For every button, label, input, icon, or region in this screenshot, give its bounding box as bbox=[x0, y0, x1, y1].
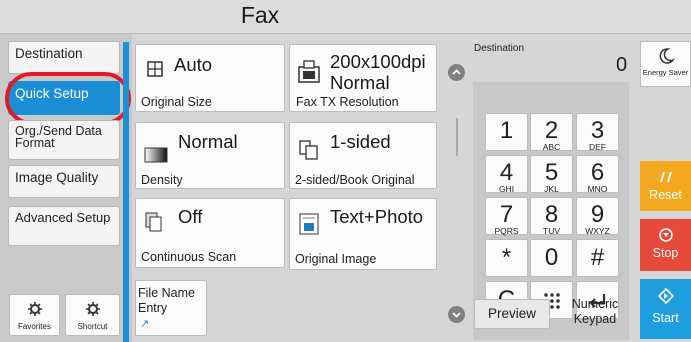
key-7[interactable]: 7 PQRS bbox=[485, 197, 528, 236]
original-image-label: Original Image bbox=[295, 252, 377, 266]
key-5-num: 5 bbox=[544, 159, 559, 186]
energy-saver-label: Energy Saver bbox=[642, 68, 689, 77]
key-6-num: 6 bbox=[590, 159, 605, 186]
stop-label: Stop bbox=[652, 246, 679, 260]
duplex-value: 1-sided bbox=[330, 131, 391, 152]
key-2-sub: ABC bbox=[542, 142, 561, 152]
favorites-button[interactable]: Favorites bbox=[9, 294, 60, 336]
key-1-num: 1 bbox=[499, 117, 514, 144]
key-star[interactable]: * bbox=[485, 239, 528, 277]
file-name-entry-label: File Name Entry bbox=[138, 286, 195, 315]
scroll-down-button[interactable] bbox=[448, 306, 465, 323]
key-5-sub: JKL bbox=[544, 184, 559, 194]
density-value: Normal bbox=[178, 131, 238, 152]
original-image-tile[interactable]: Text+Photo Original Image bbox=[289, 198, 437, 270]
key-8-num: 8 bbox=[544, 201, 559, 228]
file-name-entry-tile[interactable]: File Name Entry ↗ bbox=[135, 280, 207, 336]
reset-label: Reset bbox=[649, 188, 682, 202]
key-1[interactable]: 1 bbox=[485, 113, 528, 151]
key-0[interactable]: 0 bbox=[530, 239, 573, 277]
key-7-num: 7 bbox=[499, 201, 514, 228]
original-image-value: Text+Photo bbox=[330, 206, 424, 227]
nav-org-send-data-format[interactable]: Org./Send Data Format bbox=[8, 120, 120, 160]
original-size-value: Auto bbox=[174, 54, 213, 75]
key-8-sub: TUV bbox=[543, 226, 560, 236]
shortcut-gear-icon bbox=[85, 302, 100, 316]
original-size-tile[interactable]: Auto Original Size bbox=[135, 44, 285, 112]
chevron-down-icon bbox=[452, 312, 461, 318]
key-star-num: * bbox=[501, 244, 512, 271]
key-6[interactable]: 6 MNO bbox=[576, 155, 619, 194]
energy-saver-button[interactable]: Energy Saver bbox=[640, 41, 691, 87]
key-7-sub: PQRS bbox=[494, 226, 519, 236]
key-9[interactable]: 9 WXYZ bbox=[576, 197, 619, 236]
favorites-label: Favorites bbox=[18, 322, 51, 331]
duplex-label: 2-sided/Book Original bbox=[295, 173, 415, 187]
fax-tx-resolution-value: 200x100dpi Normal bbox=[330, 51, 426, 93]
original-size-label: Original Size bbox=[141, 95, 212, 109]
destination-count: 0 bbox=[616, 54, 628, 76]
scroll-indicator bbox=[123, 42, 129, 342]
shortcut-label: Shortcut bbox=[77, 322, 108, 331]
stop-icon bbox=[658, 228, 673, 242]
shortcut-button[interactable]: Shortcut bbox=[65, 294, 120, 336]
page-title: Fax bbox=[240, 2, 280, 28]
preview-button[interactable]: Preview bbox=[474, 299, 550, 329]
density-icon bbox=[144, 147, 168, 163]
duplex-tile[interactable]: 1-sided 2-sided/Book Original bbox=[289, 122, 437, 189]
key-3[interactable]: 3 DEF bbox=[576, 113, 619, 152]
fax-tx-resolution-label: Fax TX Resolution bbox=[296, 95, 399, 109]
key-0-num: 0 bbox=[544, 244, 559, 271]
original-image-icon bbox=[299, 213, 319, 235]
fax-tx-resolution-tile[interactable]: 200x100dpi Normal Fax TX Resolution bbox=[289, 44, 437, 112]
density-label: Density bbox=[141, 173, 183, 187]
key-9-sub: WXYZ bbox=[585, 226, 610, 236]
continuous-scan-icon bbox=[145, 212, 162, 232]
star-gear-icon bbox=[27, 302, 42, 316]
start-icon bbox=[657, 287, 674, 305]
start-button[interactable]: Start bbox=[640, 279, 691, 339]
key-5[interactable]: 5 JKL bbox=[530, 155, 573, 194]
start-label: Start bbox=[652, 311, 679, 325]
scroll-up-button[interactable] bbox=[448, 64, 465, 81]
continuous-scan-value: Off bbox=[178, 206, 203, 227]
highlight-ring bbox=[5, 72, 131, 125]
reset-button[interactable]: Reset bbox=[640, 161, 691, 211]
scroll-track bbox=[456, 118, 458, 156]
continuous-scan-label: Continuous Scan bbox=[141, 250, 237, 264]
continuous-scan-tile[interactable]: Off Continuous Scan bbox=[135, 198, 285, 268]
nav-advanced-setup[interactable]: Advanced Setup bbox=[8, 206, 120, 246]
key-4[interactable]: 4 GHI bbox=[485, 155, 528, 194]
key-9-num: 9 bbox=[590, 201, 605, 228]
fax-resolution-icon bbox=[298, 60, 320, 83]
chevron-up-icon bbox=[452, 69, 461, 75]
key-3-sub: DEF bbox=[589, 142, 606, 152]
numeric-keypad-button[interactable]: Numeric Keypad bbox=[560, 297, 630, 327]
moon-icon bbox=[659, 48, 675, 64]
nav-destination[interactable]: Destination bbox=[8, 41, 120, 74]
key-hash[interactable]: # bbox=[576, 239, 619, 277]
key-8[interactable]: 8 TUV bbox=[530, 197, 573, 236]
key-3-num: 3 bbox=[590, 117, 605, 144]
key-4-sub: GHI bbox=[498, 184, 515, 194]
reset-icon bbox=[659, 171, 672, 183]
key-2-num: 2 bbox=[544, 117, 559, 144]
destination-label: Destination bbox=[474, 43, 525, 54]
nav-image-quality[interactable]: Image Quality bbox=[8, 165, 120, 198]
expand-arrow-icon: ↗ bbox=[140, 318, 150, 330]
key-4-num: 4 bbox=[499, 159, 514, 186]
original-size-icon bbox=[147, 61, 163, 77]
duplex-icon bbox=[299, 140, 318, 160]
key-2[interactable]: 2 ABC bbox=[530, 113, 573, 152]
key-6-sub: MNO bbox=[587, 184, 608, 194]
key-hash-num: # bbox=[590, 244, 605, 271]
density-tile[interactable]: Normal Density bbox=[135, 122, 285, 189]
stop-button[interactable]: Stop bbox=[640, 219, 691, 271]
